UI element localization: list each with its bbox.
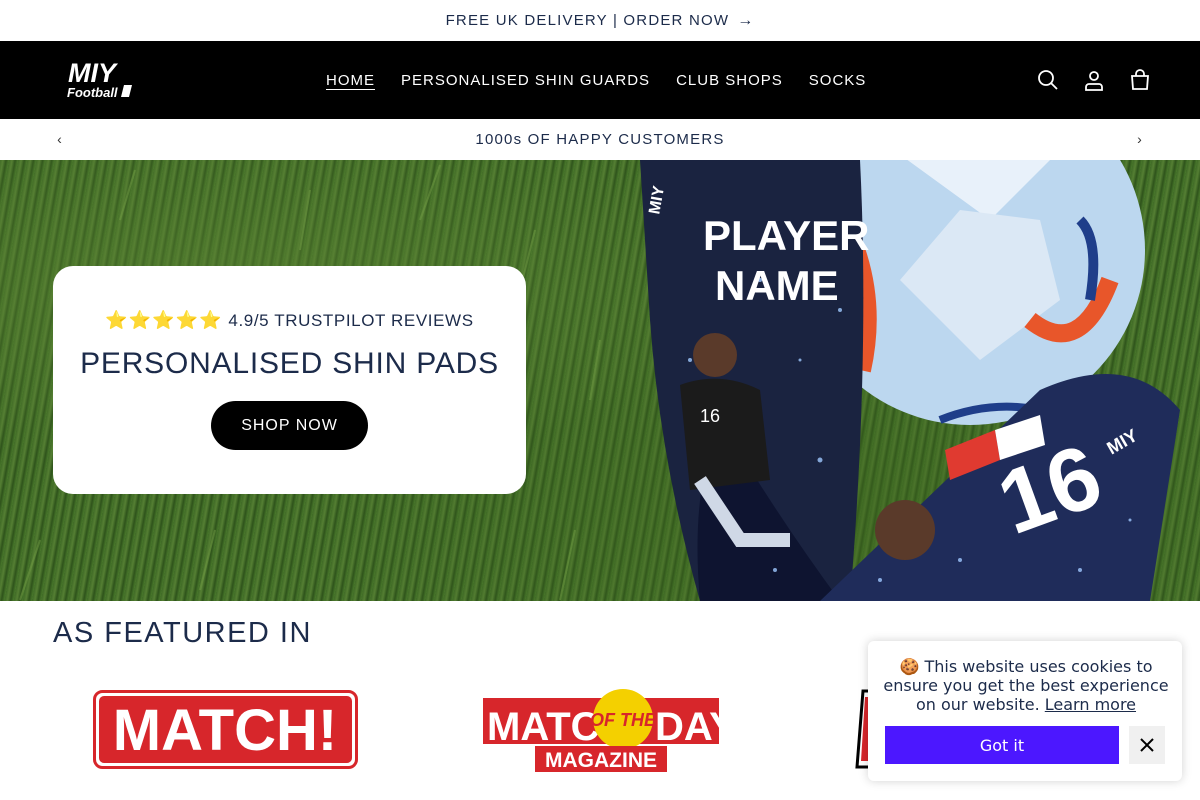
svg-text:MATCH!: MATCH! [113,698,337,763]
svg-text:OF THE: OF THE [590,710,657,730]
star-rating-icon: ⭐⭐⭐⭐⭐ [105,310,223,330]
site-header: MIY Football HOME PERSONALISED SHIN GUAR… [0,41,1200,119]
announcement-text[interactable]: FREE UK DELIVERY | ORDER NOW [446,12,730,29]
svg-text:MAGAZINE: MAGAZINE [545,749,657,772]
learn-more-link[interactable]: Learn more [1045,695,1136,714]
trustpilot-rating: ⭐⭐⭐⭐⭐ 4.9/5 TRUSTPILOT REVIEWS [105,310,473,331]
rating-text: 4.9/5 TRUSTPILOT REVIEWS [228,310,474,330]
cookie-message: 🍪 This website uses cookies to ensure yo… [882,657,1170,714]
chevron-right-icon[interactable]: › [1130,129,1150,149]
svg-text:PLAYER: PLAYER [703,212,870,259]
main-nav: HOME PERSONALISED SHIN GUARDS CLUB SHOPS… [313,41,879,119]
account-icon[interactable] [1082,68,1106,92]
svg-text:DAY: DAY [655,705,719,749]
hero-banner: 16 PLAYER NAME MIY 16 MIY ⭐⭐⭐⭐⭐ 4.9/5 TR… [0,160,1200,601]
svg-text:MIY: MIY [68,58,119,88]
slider-text: 1000s OF HAPPY CUSTOMERS [475,131,725,148]
svg-text:Football: Football [67,85,118,100]
nav-home[interactable]: HOME [313,72,388,89]
shop-now-button[interactable]: SHOP NOW [211,401,368,450]
match-magazine-logo: MATCH! [93,690,358,769]
search-icon[interactable] [1036,68,1060,92]
arrow-right-icon: → [737,11,755,29]
header-icons [1036,41,1152,119]
nav-club-shops[interactable]: CLUB SHOPS [663,72,796,89]
announcement-slider: ‹ 1000s OF HAPPY CUSTOMERS › [0,119,1200,160]
chevron-left-icon[interactable]: ‹ [50,129,70,149]
hero-title: PERSONALISED SHIN PADS [80,347,499,380]
hero-card: ⭐⭐⭐⭐⭐ 4.9/5 TRUSTPILOT REVIEWS PERSONALI… [53,266,526,494]
svg-text:NAME: NAME [715,262,839,309]
cookie-icon: 🍪 [899,657,920,676]
announcement-bar[interactable]: FREE UK DELIVERY | ORDER NOW → [0,0,1200,41]
cart-icon[interactable] [1128,68,1152,92]
miy-football-logo[interactable]: MIY Football [66,58,146,102]
nav-personalised-shin-guards[interactable]: PERSONALISED SHIN GUARDS [388,72,663,89]
nav-socks[interactable]: SOCKS [796,72,880,89]
featured-heading: AS FEATURED IN [53,617,312,649]
close-icon[interactable] [1129,726,1165,764]
cookie-banner: 🍪 This website uses cookies to ensure yo… [868,641,1182,781]
svg-text:16: 16 [700,406,720,426]
match-of-the-day-logo: MATCH OF THE DAY MAGAZINE [483,689,719,772]
got-it-button[interactable]: Got it [885,726,1119,764]
